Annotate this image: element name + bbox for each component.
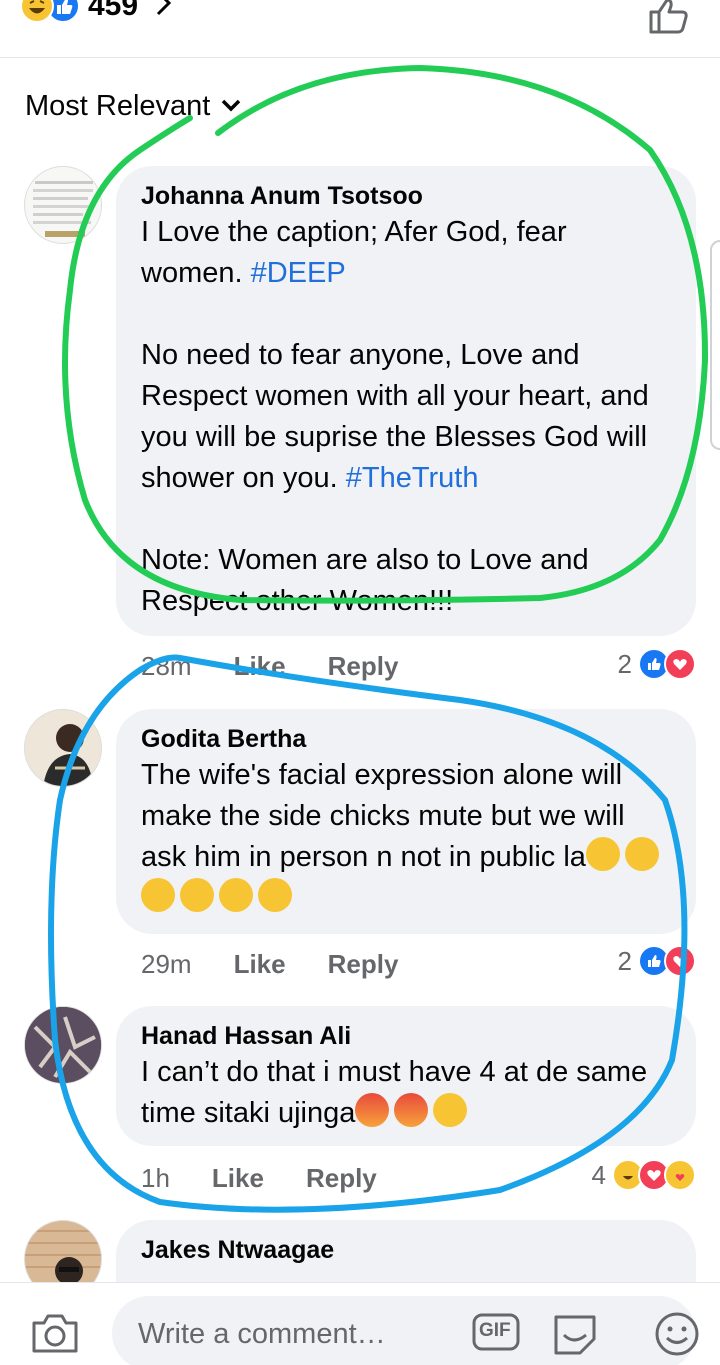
hashtag-link[interactable]: #DEEP [251, 257, 346, 289]
gif-button[interactable]: GIF [472, 1313, 520, 1356]
comment-author[interactable]: Jakes Ntwaagae [141, 1234, 672, 1266]
laughing-tears-emoji-icon [258, 878, 292, 912]
chevron-down-icon [220, 98, 242, 117]
comment-author[interactable]: Godita Bertha [141, 723, 672, 755]
laughing-tears-emoji-icon [141, 878, 175, 912]
chevron-right-icon[interactable] [154, 0, 174, 23]
comment-reactions[interactable]: 4 [592, 1159, 696, 1191]
comment-author[interactable]: Johanna Anum Tsotsoo [141, 180, 672, 212]
laughing-tears-emoji-icon [180, 878, 214, 912]
reactions-bar: 459 [0, 0, 720, 58]
avatar[interactable] [24, 1006, 102, 1084]
reply-button[interactable]: Reply [306, 1163, 377, 1194]
comment-reaction-count: 4 [591, 1159, 606, 1190]
angry-emoji-icon [394, 1093, 429, 1127]
sort-label: Most Relevant [25, 90, 211, 122]
gif-label: GIF [479, 1320, 511, 1341]
comment-actions: 29m Like Reply [141, 949, 398, 980]
avatar[interactable] [24, 166, 102, 244]
comment-reactions[interactable]: 2 [618, 648, 696, 680]
comment-text-part: The wife's facial expression alone will … [141, 759, 633, 873]
like-button[interactable]: Like [234, 949, 286, 980]
heart-icon [664, 945, 696, 977]
comment-text: I can’t do that i must have 4 at de same… [141, 1052, 672, 1134]
comment-reactions[interactable]: 2 [618, 945, 696, 977]
comment-text-part: Note: Women are also to Love and Respect… [141, 544, 589, 617]
sticker-icon[interactable] [550, 1311, 600, 1360]
comment-bubble: Hanad Hassan Ali I can’t do that i must … [116, 1006, 696, 1146]
reaction-count: 459 [88, 0, 139, 22]
comment-time[interactable]: 28m [141, 651, 192, 682]
laughing-tears-emoji-icon [624, 837, 659, 871]
comment-text: The wife's facial expression alone will … [141, 755, 672, 919]
comment-composer: Write a comment… GIF [0, 1282, 720, 1365]
reply-button[interactable]: Reply [328, 651, 399, 682]
comment-reaction-count: 2 [617, 648, 632, 679]
camera-icon[interactable] [30, 1311, 80, 1360]
comment-reaction-count: 2 [617, 945, 632, 976]
thumbs-up-icon[interactable] [648, 0, 690, 39]
like-button[interactable]: Like [234, 651, 286, 682]
reactions-summary[interactable]: 459 [20, 0, 174, 23]
comment-actions: 28m Like Reply [141, 651, 398, 682]
comment-author[interactable]: Hanad Hassan Ali [141, 1020, 672, 1052]
angry-emoji-icon [355, 1093, 390, 1127]
comment-time[interactable]: 1h [141, 1163, 170, 1194]
flushed-emoji-icon [433, 1093, 468, 1127]
laughing-tears-emoji-icon [585, 837, 620, 871]
hashtag-link[interactable]: #TheTruth [346, 462, 479, 494]
emoji-icon[interactable] [654, 1311, 700, 1362]
like-button[interactable]: Like [212, 1163, 264, 1194]
haha-icon [20, 0, 54, 23]
reply-button[interactable]: Reply [328, 949, 399, 980]
scroll-handle[interactable] [710, 240, 720, 450]
comment-text: I Love the caption; Afer God, fear women… [141, 212, 672, 622]
comment-bubble: Godita Bertha The wife's facial expressi… [116, 709, 696, 934]
sort-dropdown[interactable]: Most Relevant [25, 90, 242, 123]
care-icon [664, 1159, 696, 1191]
comment-time[interactable]: 29m [141, 949, 192, 980]
laughing-tears-emoji-icon [219, 878, 253, 912]
comment-actions: 1h Like Reply [141, 1163, 377, 1194]
heart-icon [664, 648, 696, 680]
avatar[interactable] [24, 709, 102, 787]
comment-text-part: I Love the caption; Afer God, fear women… [141, 216, 575, 289]
comment-input-placeholder: Write a comment… [138, 1318, 386, 1350]
comment-bubble: Johanna Anum Tsotsoo I Love the caption;… [116, 166, 696, 636]
comment-input[interactable]: Write a comment… [112, 1296, 696, 1365]
